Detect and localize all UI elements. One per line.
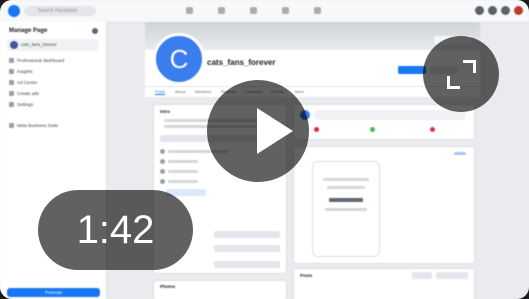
tab-posts[interactable]: Posts (155, 89, 166, 95)
intro-detail-line (168, 180, 198, 183)
browser-topbar: Search Facebook (0, 0, 529, 23)
advertise-button[interactable] (398, 66, 426, 74)
whats-on-your-mind-input[interactable] (314, 110, 466, 120)
video-duration-badge: 1:42 (38, 190, 193, 270)
live-video-icon[interactable] (314, 127, 319, 132)
sidebar-item-ad-center[interactable]: Ad Center (9, 79, 37, 86)
groups-icon[interactable] (282, 7, 289, 14)
notifications-icon[interactable] (501, 6, 510, 15)
fullscreen-expand-icon (463, 60, 476, 73)
see-all-link[interactable] (454, 152, 466, 155)
info-icon (160, 169, 165, 174)
menu-icon[interactable] (475, 6, 484, 15)
sidebar-item-dashboard[interactable]: Professional dashboard (9, 57, 64, 64)
intro-detail-line (168, 170, 198, 173)
page-title: cats_fans_forever (207, 58, 276, 67)
reel-icon[interactable] (430, 127, 435, 132)
page-profile-avatar[interactable]: C (153, 33, 205, 85)
page-switcher[interactable]: cats_fans_forever (7, 39, 99, 51)
facebook-logo-icon (8, 5, 20, 17)
video-icon[interactable] (218, 7, 225, 14)
card-text-line (325, 208, 367, 211)
photos-panel: Photos (153, 280, 287, 299)
fullscreen-expand-icon (447, 76, 460, 89)
intro-detail-line (168, 160, 198, 163)
promote-button[interactable]: Promote (7, 288, 100, 297)
sidebar-item-business-suite[interactable]: Meta Business Suite (9, 122, 58, 129)
info-icon (160, 149, 165, 154)
play-icon[interactable] (257, 108, 293, 154)
intro-action-button[interactable] (214, 231, 280, 238)
page-switcher-label: cats_fans_forever (21, 42, 57, 47)
marketplace-icon[interactable] (250, 7, 257, 14)
sidebar-item-settings[interactable]: Settings (9, 101, 33, 108)
photos-heading: Photos (160, 284, 176, 289)
search-input[interactable]: Search Facebook (24, 6, 96, 16)
manage-posts-button[interactable] (436, 272, 468, 279)
sidebar-item-insights[interactable]: Insights (9, 68, 33, 75)
fullscreen-button[interactable] (423, 36, 499, 112)
card-text-line (329, 198, 363, 202)
home-icon[interactable] (186, 7, 193, 14)
gaming-icon[interactable] (314, 7, 321, 14)
account-avatar-icon[interactable] (514, 6, 523, 15)
sidebar-title: Manage Page (9, 28, 48, 34)
intro-action-button[interactable] (214, 245, 280, 252)
info-icon (160, 159, 165, 164)
sidebar-item-create-ads[interactable]: Create ads (9, 90, 39, 97)
messenger-icon[interactable] (488, 6, 497, 15)
tab-about[interactable]: About (175, 89, 185, 94)
intro-action-button[interactable] (214, 261, 280, 268)
featured-card[interactable] (312, 161, 380, 257)
card-text-line (327, 186, 365, 189)
filters-button[interactable] (412, 272, 432, 279)
video-thumbnail[interactable]: Search Facebook Manage Page cats_fans_fo… (0, 0, 529, 299)
featured-panel (293, 146, 475, 264)
posts-heading: Posts (300, 273, 313, 278)
intro-heading: Intro (160, 109, 170, 114)
photo-video-icon[interactable] (370, 127, 375, 132)
tab-more[interactable]: More (295, 89, 304, 94)
posts-panel: Posts (293, 268, 475, 299)
settings-gear-icon[interactable] (92, 28, 98, 34)
card-text-line (323, 178, 369, 181)
page-avatar (10, 41, 18, 49)
tab-mentions[interactable]: Mentions (195, 89, 211, 94)
info-icon (160, 179, 165, 184)
